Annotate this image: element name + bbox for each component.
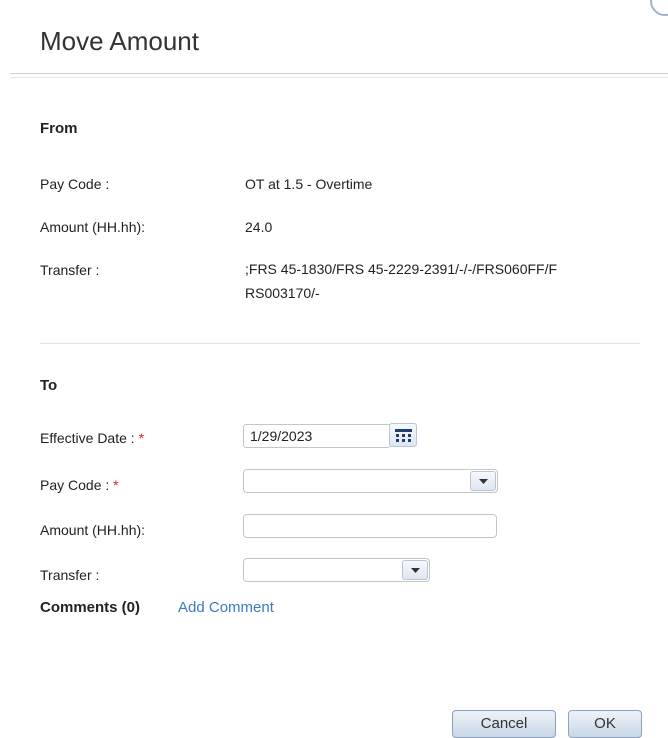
- to-transfer-label: Transfer :: [40, 567, 100, 583]
- from-transfer-value: ;FRS 45-1830/FRS 45-2229-2391/-/-/FRS060…: [245, 259, 557, 303]
- from-amount-label: Amount (HH.hh):: [40, 219, 146, 235]
- title-divider: [10, 73, 668, 78]
- required-marker: *: [113, 477, 119, 493]
- to-pay-code-label: Pay Code : *: [40, 477, 119, 493]
- add-comment-link[interactable]: Add Comment: [178, 599, 274, 616]
- from-pay-code-label: Pay Code :: [40, 176, 110, 192]
- calendar-button[interactable]: [389, 423, 417, 447]
- to-amount-label: Amount (HH.hh):: [40, 522, 146, 538]
- from-transfer-line2: RS003170/-: [245, 285, 320, 301]
- calendar-icon: [395, 429, 412, 442]
- cancel-button[interactable]: Cancel: [452, 710, 556, 738]
- required-marker: *: [138, 430, 145, 446]
- transfer-select[interactable]: [243, 558, 430, 582]
- from-transfer-label: Transfer :: [40, 262, 100, 278]
- help-icon[interactable]: [650, 0, 668, 16]
- effective-date-input[interactable]: 1/29/2023: [243, 424, 391, 448]
- pay-code-select[interactable]: [243, 469, 498, 493]
- effective-date-label: Effective Date : *: [40, 430, 144, 446]
- chevron-down-icon: [479, 479, 488, 484]
- pay-code-dropdown-button[interactable]: [470, 471, 496, 491]
- to-heading: To: [40, 377, 58, 394]
- ok-button[interactable]: OK: [568, 710, 642, 738]
- comments-label: Comments (0): [40, 599, 141, 616]
- effective-date-label-text: Effective Date :: [40, 430, 135, 446]
- to-pay-code-label-text: Pay Code :: [40, 477, 110, 493]
- from-amount-value: 24.0: [245, 219, 273, 235]
- section-divider: [40, 343, 640, 344]
- transfer-dropdown-button[interactable]: [402, 560, 428, 580]
- from-pay-code-value: OT at 1.5 - Overtime: [245, 176, 373, 192]
- chevron-down-icon: [411, 568, 420, 573]
- dialog-title: Move Amount: [40, 26, 199, 56]
- from-transfer-line1: ;FRS 45-1830/FRS 45-2229-2391/-/-/FRS060…: [245, 261, 558, 277]
- from-heading: From: [40, 120, 78, 137]
- amount-input[interactable]: [243, 514, 497, 538]
